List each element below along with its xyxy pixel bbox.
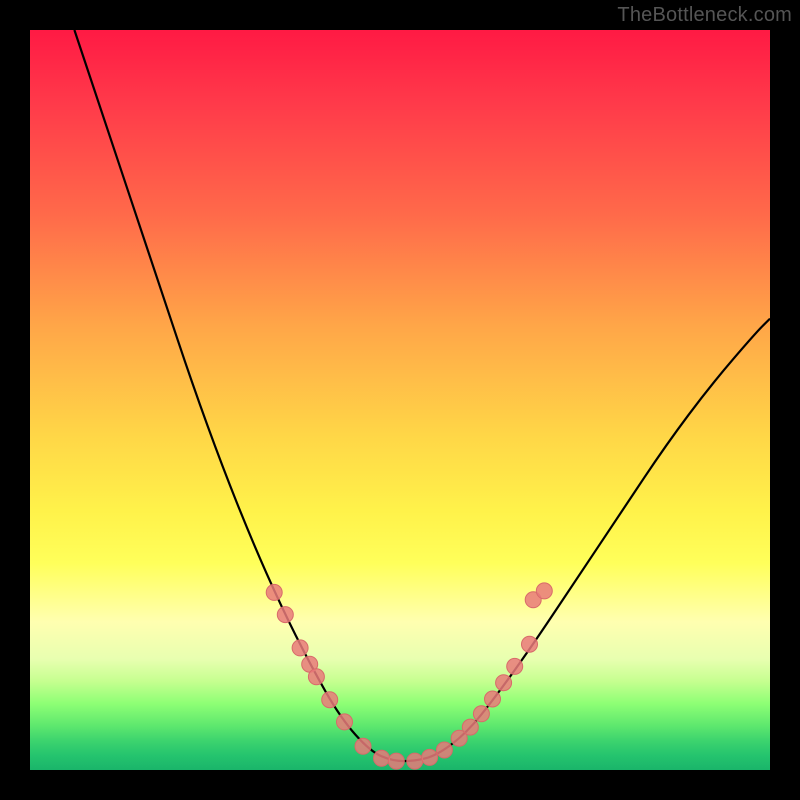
data-marker (337, 714, 353, 730)
data-marker (292, 640, 308, 656)
data-marker (436, 742, 452, 758)
data-marker (355, 738, 371, 754)
data-marker (485, 691, 501, 707)
data-marker (473, 706, 489, 722)
data-marker (374, 750, 390, 766)
data-marker (407, 753, 423, 769)
data-marker (322, 692, 338, 708)
data-marker (388, 753, 404, 769)
chart-frame: TheBottleneck.com (0, 0, 800, 800)
data-marker (522, 636, 538, 652)
bottleneck-curve (30, 30, 770, 770)
data-marker (496, 675, 512, 691)
data-marker (507, 658, 523, 674)
watermark-text: TheBottleneck.com (617, 4, 792, 27)
data-marker (266, 584, 282, 600)
data-marker (536, 583, 552, 599)
data-marker (422, 749, 438, 765)
curve-line (74, 30, 770, 761)
data-marker (277, 607, 293, 623)
data-marker (462, 719, 478, 735)
plot-area (30, 30, 770, 770)
data-marker (308, 669, 324, 685)
